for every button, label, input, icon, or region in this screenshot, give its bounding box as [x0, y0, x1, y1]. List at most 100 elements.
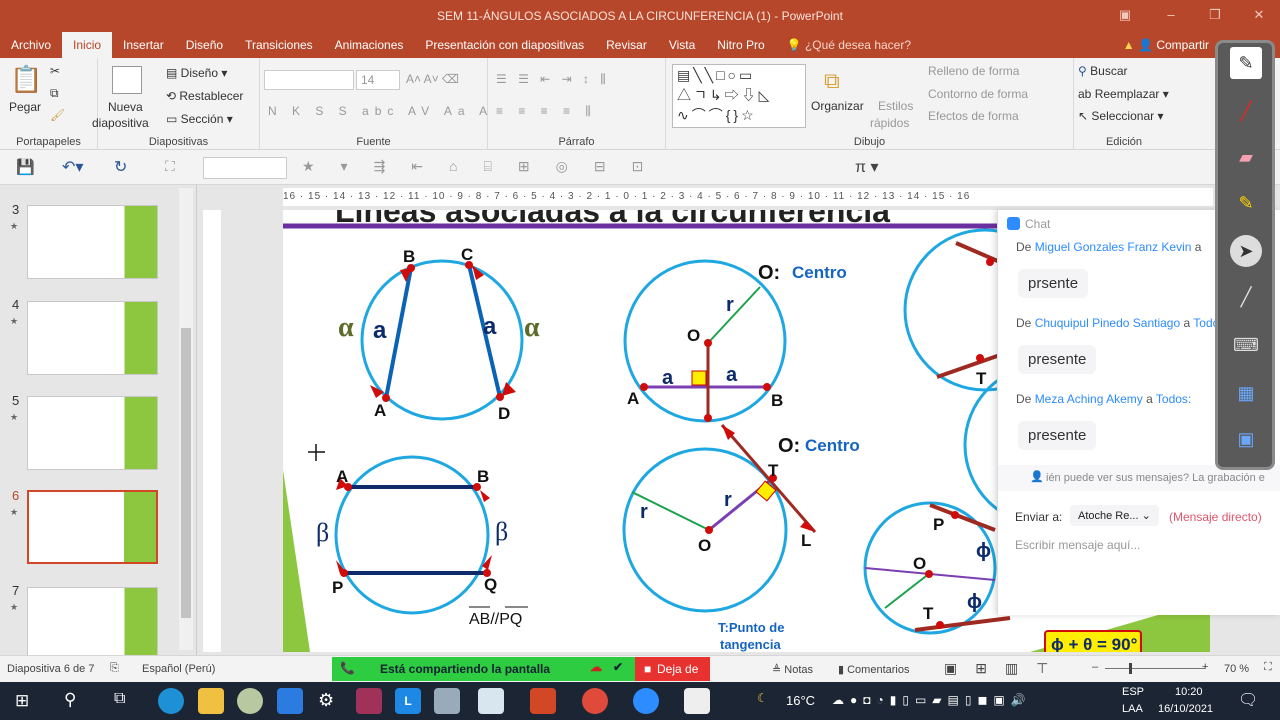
minimize-button[interactable]: –: [1148, 0, 1194, 32]
share-button[interactable]: ▲ 👤 Compartir: [1112, 32, 1220, 58]
undo-icon[interactable]: ↶▾: [62, 157, 83, 177]
tab-diseno[interactable]: Diseño: [175, 32, 234, 58]
tab-insertar[interactable]: Insertar: [112, 32, 175, 58]
comments-button[interactable]: ▮ Comentarios: [838, 663, 909, 676]
font-family-select[interactable]: [264, 70, 354, 90]
tab-vista[interactable]: Vista: [658, 32, 706, 58]
stop-sharing-button[interactable]: ■ Deja de: [635, 657, 710, 681]
tell-me-search[interactable]: 💡 ¿Qué desea hacer?: [776, 32, 922, 58]
slide-thumbnail-6[interactable]: [27, 490, 158, 564]
font-size-select[interactable]: 14: [356, 70, 400, 90]
notes-button[interactable]: ≜ Notas: [772, 663, 813, 676]
tab-presentacion[interactable]: Presentación con diapositivas: [414, 32, 595, 58]
shield-icon: ✔: [613, 660, 624, 674]
find-button[interactable]: ⚲ Buscar: [1078, 64, 1128, 78]
format-painter-icon[interactable]: 🖌: [50, 108, 65, 122]
clock-time[interactable]: 10:20: [1175, 686, 1203, 698]
shape-fill-button[interactable]: Relleno de forma: [928, 64, 1019, 78]
zoom-icon[interactable]: [633, 688, 659, 714]
align-buttons[interactable]: ≡ ≡ ≡ ≡ ⫼: [496, 104, 597, 119]
pen-icon[interactable]: ✎: [1230, 47, 1262, 79]
copy-icon[interactable]: ⧉: [50, 86, 59, 101]
cut-icon[interactable]: ✂: [50, 64, 60, 78]
quick-styles-label[interactable]: rápidos: [870, 116, 909, 130]
pointer-icon[interactable]: ➤: [1230, 235, 1262, 267]
shape-outline-button[interactable]: Contorno de forma: [928, 87, 1028, 101]
search-icon[interactable]: ⚲: [64, 690, 76, 710]
zoom-out-button[interactable]: –: [1092, 661, 1098, 673]
laser-pointer-icon[interactable]: ╱: [1230, 281, 1262, 313]
select-button[interactable]: ↖ Seleccionar ▾: [1078, 109, 1163, 123]
input-layout[interactable]: LAA: [1122, 703, 1143, 715]
font-grow-shrink-icons[interactable]: A˄ A˅ ⌫: [406, 72, 459, 86]
slide-thumbnail-5[interactable]: [27, 396, 158, 470]
qat-combo[interactable]: [203, 157, 287, 179]
tab-archivo[interactable]: Archivo: [0, 32, 62, 58]
whiteboard-app-icon[interactable]: [684, 688, 710, 714]
whiteboard-icon[interactable]: ▣: [1230, 423, 1262, 455]
redo-icon[interactable]: ↻: [114, 157, 127, 177]
input-language[interactable]: ESP: [1122, 686, 1144, 698]
language-indicator[interactable]: Español (Perú): [142, 663, 215, 675]
task-view-icon[interactable]: ⧉: [114, 690, 125, 708]
tab-inicio[interactable]: Inicio: [62, 32, 113, 58]
font-style-buttons[interactable]: N K S S abc AV Aa A: [268, 104, 493, 118]
shapes-gallery[interactable]: ▤╲╲□○▭ △ㄱ↳⇨⇩◺ ∿⌒⌒{}☆: [672, 64, 806, 128]
red-pen-icon[interactable]: ╱: [1230, 95, 1262, 127]
new-slide-button[interactable]: Nueva: [108, 100, 143, 114]
list-buttons[interactable]: ☰ ☰ ⇤ ⇥ ↕ ⫼: [496, 72, 610, 87]
presentation-icon[interactable]: ⛶: [165, 158, 175, 175]
chat-message-input[interactable]: Escribir mensaje aquí...: [1015, 538, 1265, 552]
reset-button[interactable]: ⟲ Restablecer: [166, 89, 243, 103]
close-button[interactable]: ✕: [1236, 0, 1280, 32]
paste-button[interactable]: Pegar: [9, 100, 41, 114]
windows-start-icon[interactable]: ⊞: [15, 691, 29, 711]
eraser-icon[interactable]: ▰: [1230, 141, 1262, 173]
calendar-icon[interactable]: [277, 688, 303, 714]
zoom-level[interactable]: 70 %: [1224, 663, 1249, 675]
recipient-select[interactable]: Atoche Re... ⌄: [1070, 505, 1159, 526]
notifications-icon[interactable]: 🗨: [1238, 690, 1258, 710]
save-icon[interactable]: 💾: [16, 158, 35, 176]
tab-animaciones[interactable]: Animaciones: [324, 32, 415, 58]
chat-message: prsente: [1018, 269, 1089, 298]
arrange-button[interactable]: Organizar: [811, 99, 864, 113]
keyboard-icon[interactable]: ⌨: [1230, 329, 1262, 361]
highlighter-icon[interactable]: ✎: [1230, 187, 1262, 219]
thumbnails-scrollbar[interactable]: [179, 188, 193, 650]
new-slide-button-label[interactable]: diapositiva: [92, 116, 149, 130]
shape-effects-button[interactable]: Efectos de forma: [928, 109, 1019, 123]
chrome-icon[interactable]: [582, 688, 608, 714]
winrar-icon[interactable]: [356, 688, 382, 714]
settings-icon[interactable]: ⚙: [318, 690, 334, 711]
tray-icons[interactable]: ☁●◘◔▮▯▭▰▤▯◼▣🔊: [832, 693, 1032, 707]
equation-icon[interactable]: π ▾: [855, 157, 879, 177]
maximize-button[interactable]: ❐: [1192, 0, 1238, 32]
slide-thumbnail-3[interactable]: [27, 205, 158, 279]
app-l-icon[interactable]: L: [395, 688, 421, 714]
tab-revisar[interactable]: Revisar: [595, 32, 658, 58]
tab-nitro[interactable]: Nitro Pro: [706, 32, 775, 58]
paint-icon[interactable]: [237, 688, 263, 714]
view-buttons[interactable]: ▣⊞▥⊤: [944, 660, 1066, 677]
zoom-slider[interactable]: [1105, 663, 1205, 674]
layout-button[interactable]: ▤ Diseño ▾: [166, 66, 227, 80]
app-icon[interactable]: [434, 688, 460, 714]
ribbon-display-icon[interactable]: ▣: [1102, 0, 1148, 32]
slide-thumbnail-4[interactable]: [27, 301, 158, 375]
screen-capture-icon[interactable]: ▦: [1230, 377, 1262, 409]
fit-slide-icon[interactable]: ⛶: [1264, 661, 1272, 674]
qat-tools[interactable]: ★▾⇶⇤⌂⌸⊞◎⊟⊡: [302, 158, 669, 175]
section-button[interactable]: ▭ Sección ▾: [166, 112, 233, 126]
quick-styles-button[interactable]: Estilos: [878, 99, 913, 113]
spellcheck-icon[interactable]: ⎘: [110, 662, 119, 675]
powerpoint-icon[interactable]: [530, 688, 556, 714]
tab-transiciones[interactable]: Transiciones: [234, 32, 324, 58]
zoom-in-button[interactable]: +: [1202, 661, 1208, 673]
file-explorer-icon[interactable]: [198, 688, 224, 714]
edge-icon[interactable]: [158, 688, 184, 714]
replace-button[interactable]: ab Reemplazar ▾: [1078, 87, 1169, 101]
geogebra-icon[interactable]: [478, 688, 504, 714]
clock-date[interactable]: 16/10/2021: [1158, 703, 1213, 715]
slide-thumbnail-7[interactable]: [27, 587, 158, 661]
